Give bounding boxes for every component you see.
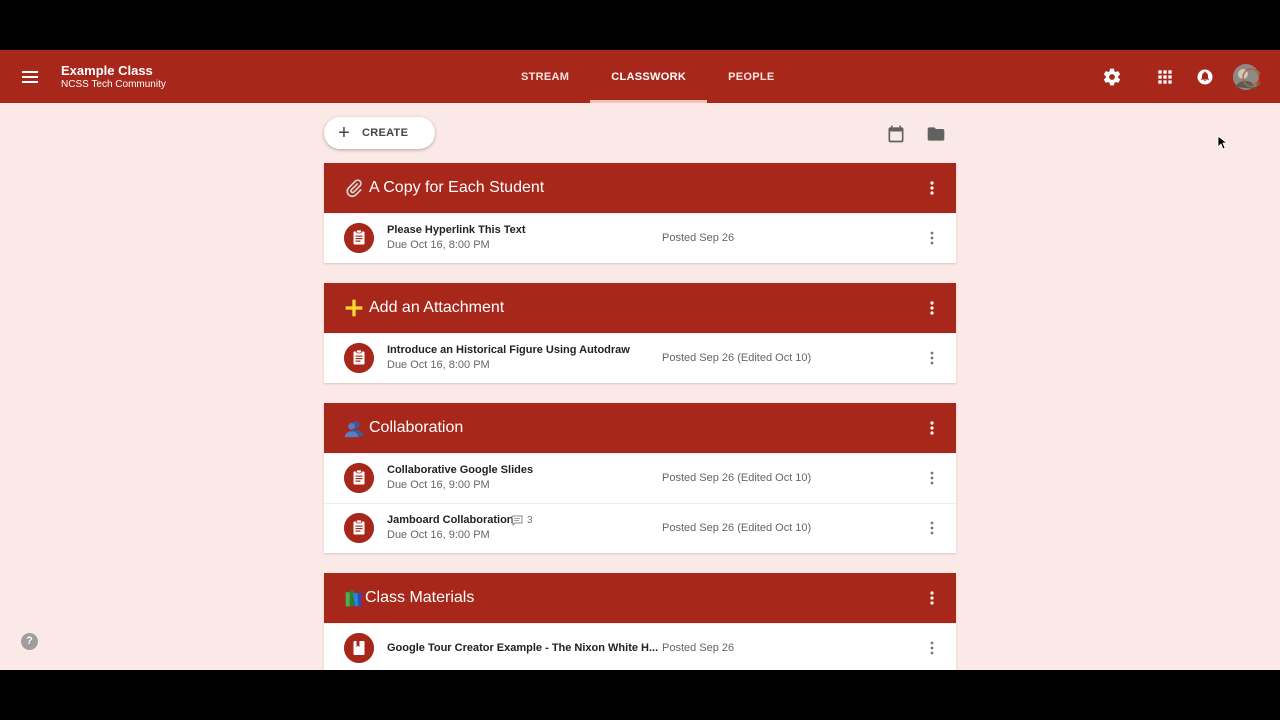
tab-bar: STREAM CLASSWORK PEOPLE	[500, 50, 796, 103]
classwork-item[interactable]: Jamboard Collaboration 3 Due Oct 16, 9:0…	[324, 503, 956, 553]
more-vert-icon[interactable]	[924, 520, 940, 536]
more-vert-icon[interactable]	[924, 640, 940, 656]
menu-icon[interactable]	[20, 66, 42, 88]
item-posted-date: Posted Sep 26 (Edited Oct 10)	[662, 352, 812, 364]
item-due-date: Due Oct 16, 9:00 PM	[387, 529, 490, 541]
classwork-item[interactable]: Google Tour Creator Example - The Nixon …	[324, 623, 956, 670]
item-title: Google Tour Creator Example - The Nixon …	[387, 642, 659, 654]
app-header: Example Class NCSS Tech Community STREAM…	[0, 50, 1280, 103]
people-icon	[344, 420, 364, 438]
plus-icon	[345, 299, 363, 317]
item-posted-date: Posted Sep 26	[662, 232, 735, 244]
item-title: Introduce an Historical Figure Using Aut…	[387, 344, 630, 356]
classroom-app: Example Class NCSS Tech Community STREAM…	[0, 50, 1280, 670]
topic-section: Add an Attachment Introduce an Historica…	[324, 283, 956, 383]
item-due-date: Due Oct 16, 8:00 PM	[387, 359, 490, 371]
topic-header: Collaboration	[324, 403, 956, 453]
comment-icon	[511, 515, 523, 526]
more-vert-icon[interactable]	[924, 300, 940, 316]
mouse-cursor-icon	[1217, 135, 1227, 150]
topic-header: Add an Attachment	[324, 283, 956, 333]
topic-header: Class Materials	[324, 573, 956, 623]
assignment-icon	[344, 343, 374, 373]
topic-section: Class Materials Google Tour Creator Exam…	[324, 573, 956, 670]
apps-icon[interactable]	[1155, 67, 1175, 87]
topic-title[interactable]: A Copy for Each Student	[369, 179, 544, 197]
item-posted-date: Posted Sep 26 (Edited Oct 10)	[662, 522, 812, 534]
class-section: NCSS Tech Community	[61, 79, 166, 90]
settings-icon[interactable]	[1102, 67, 1122, 87]
folder-icon[interactable]	[926, 124, 946, 144]
help-icon[interactable]: ?	[21, 633, 38, 650]
topic-title[interactable]: Class Materials	[365, 589, 474, 607]
create-button-label: CREATE	[362, 127, 409, 139]
item-due-date: Due Oct 16, 9:00 PM	[387, 479, 490, 491]
classwork-item[interactable]: Collaborative Google Slides Due Oct 16, …	[324, 453, 956, 503]
topic-section: Collaboration Collaborative Google Slide…	[324, 403, 956, 553]
more-vert-icon[interactable]	[924, 420, 940, 436]
more-vert-icon[interactable]	[924, 470, 940, 486]
comment-count-value: 3	[527, 515, 533, 526]
topic-title[interactable]: Collaboration	[369, 419, 463, 437]
tab-stream[interactable]: STREAM	[500, 50, 590, 103]
create-button[interactable]: + CREATE	[324, 117, 435, 149]
topic-section: A Copy for Each Student Please Hyperlink…	[324, 163, 956, 263]
assignment-icon	[344, 463, 374, 493]
books-icon	[345, 590, 362, 607]
plus-icon: +	[338, 122, 350, 144]
topic-header: A Copy for Each Student	[324, 163, 956, 213]
item-due-date: Due Oct 16, 8:00 PM	[387, 239, 490, 251]
notifications-icon[interactable]	[1195, 67, 1215, 87]
tab-people[interactable]: PEOPLE	[707, 50, 795, 103]
topic-title[interactable]: Add an Attachment	[369, 299, 504, 317]
item-title: Jamboard Collaboration	[387, 514, 514, 526]
paperclip-icon	[346, 179, 362, 198]
item-title: Collaborative Google Slides	[387, 464, 534, 476]
more-vert-icon[interactable]	[924, 590, 940, 606]
avatar[interactable]	[1232, 63, 1260, 91]
assignment-icon	[344, 513, 374, 543]
calendar-icon[interactable]	[886, 124, 906, 144]
item-posted-date: Posted Sep 26 (Edited Oct 10)	[662, 472, 812, 484]
more-vert-icon[interactable]	[924, 230, 940, 246]
class-name[interactable]: Example Class	[61, 63, 153, 78]
material-icon	[344, 633, 374, 663]
comment-count: 3	[511, 515, 533, 526]
item-title: Please Hyperlink This Text	[387, 224, 526, 236]
item-posted-date: Posted Sep 26	[662, 642, 735, 654]
classwork-item[interactable]: Please Hyperlink This Text Due Oct 16, 8…	[324, 213, 956, 263]
tab-classwork[interactable]: CLASSWORK	[590, 50, 707, 103]
more-vert-icon[interactable]	[924, 350, 940, 366]
classwork-item[interactable]: Introduce an Historical Figure Using Aut…	[324, 333, 956, 383]
more-vert-icon[interactable]	[924, 180, 940, 196]
assignment-icon	[344, 223, 374, 253]
